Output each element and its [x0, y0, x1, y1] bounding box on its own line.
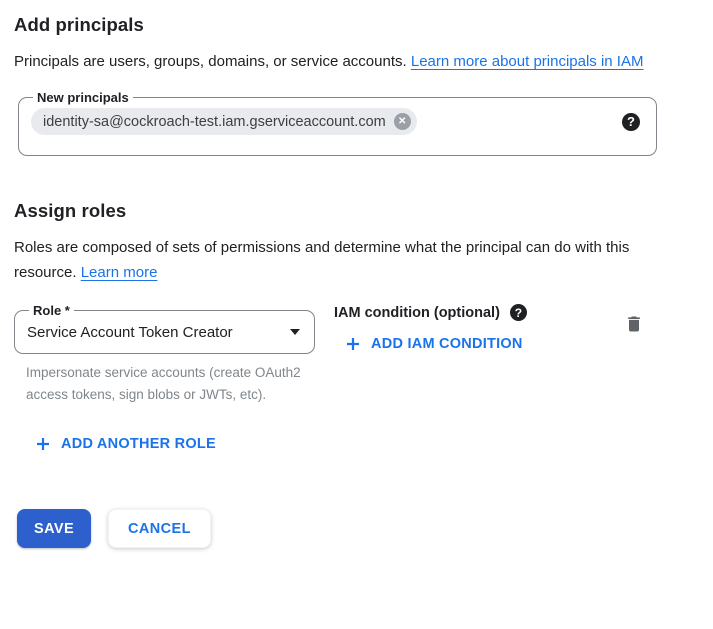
- add-another-role-label: ADD ANOTHER ROLE: [61, 436, 216, 452]
- role-select-value-row: Service Account Token Creator: [27, 318, 302, 346]
- chip-remove-icon[interactable]: ✕: [394, 113, 411, 130]
- delete-role-column: [624, 303, 644, 339]
- role-helper-text: Impersonate service accounts (create OAu…: [26, 362, 312, 406]
- role-row: Role * Service Account Token Creator Imp…: [14, 303, 699, 406]
- assign-roles-section: Assign roles Roles are composed of sets …: [14, 200, 699, 452]
- new-principals-field[interactable]: New principals identity-sa@cockroach-tes…: [18, 90, 657, 156]
- add-principals-title: Add principals: [14, 14, 699, 36]
- iam-condition-column: IAM condition (optional) ? ADD IAM CONDI…: [334, 303, 527, 352]
- trash-icon: [624, 314, 644, 334]
- new-principals-help-icon[interactable]: ?: [622, 113, 640, 131]
- add-principals-description: Principals are users, groups, domains, o…: [14, 49, 666, 74]
- new-principals-label: New principals: [33, 90, 133, 105]
- learn-more-principals-link[interactable]: Learn more about principals in IAM: [411, 53, 644, 70]
- iam-condition-help-icon[interactable]: ?: [510, 304, 527, 321]
- iam-condition-label-row: IAM condition (optional) ?: [334, 304, 527, 321]
- add-iam-condition-button[interactable]: ADD IAM CONDITION: [346, 336, 523, 352]
- add-principals-panel: Add principals Principals are users, gro…: [0, 0, 713, 548]
- dialog-actions: SAVE CANCEL: [17, 509, 699, 548]
- assign-roles-description: Roles are composed of sets of permission…: [14, 235, 666, 285]
- new-principals-row: identity-sa@cockroach-test.iam.gservicea…: [31, 108, 644, 135]
- iam-condition-label: IAM condition (optional): [334, 305, 500, 321]
- add-another-role-button[interactable]: ADD ANOTHER ROLE: [36, 436, 216, 452]
- role-column: Role * Service Account Token Creator Imp…: [14, 303, 315, 406]
- assign-roles-title: Assign roles: [14, 200, 699, 222]
- cancel-button[interactable]: CANCEL: [108, 509, 211, 548]
- add-principals-description-text: Principals are users, groups, domains, o…: [14, 53, 407, 70]
- role-select-label: Role *: [29, 303, 74, 318]
- save-button[interactable]: SAVE: [17, 509, 91, 548]
- plus-icon: [36, 437, 50, 451]
- delete-role-button[interactable]: [624, 314, 644, 334]
- learn-more-roles-link[interactable]: Learn more: [81, 264, 158, 281]
- dropdown-arrow-icon: [290, 329, 300, 335]
- add-iam-condition-label: ADD IAM CONDITION: [371, 336, 523, 352]
- plus-icon: [346, 337, 360, 351]
- principal-chip-label: identity-sa@cockroach-test.iam.gservicea…: [43, 114, 386, 130]
- role-select[interactable]: Role * Service Account Token Creator: [14, 303, 315, 354]
- role-select-value: Service Account Token Creator: [27, 324, 233, 341]
- principal-chip[interactable]: identity-sa@cockroach-test.iam.gservicea…: [31, 108, 417, 135]
